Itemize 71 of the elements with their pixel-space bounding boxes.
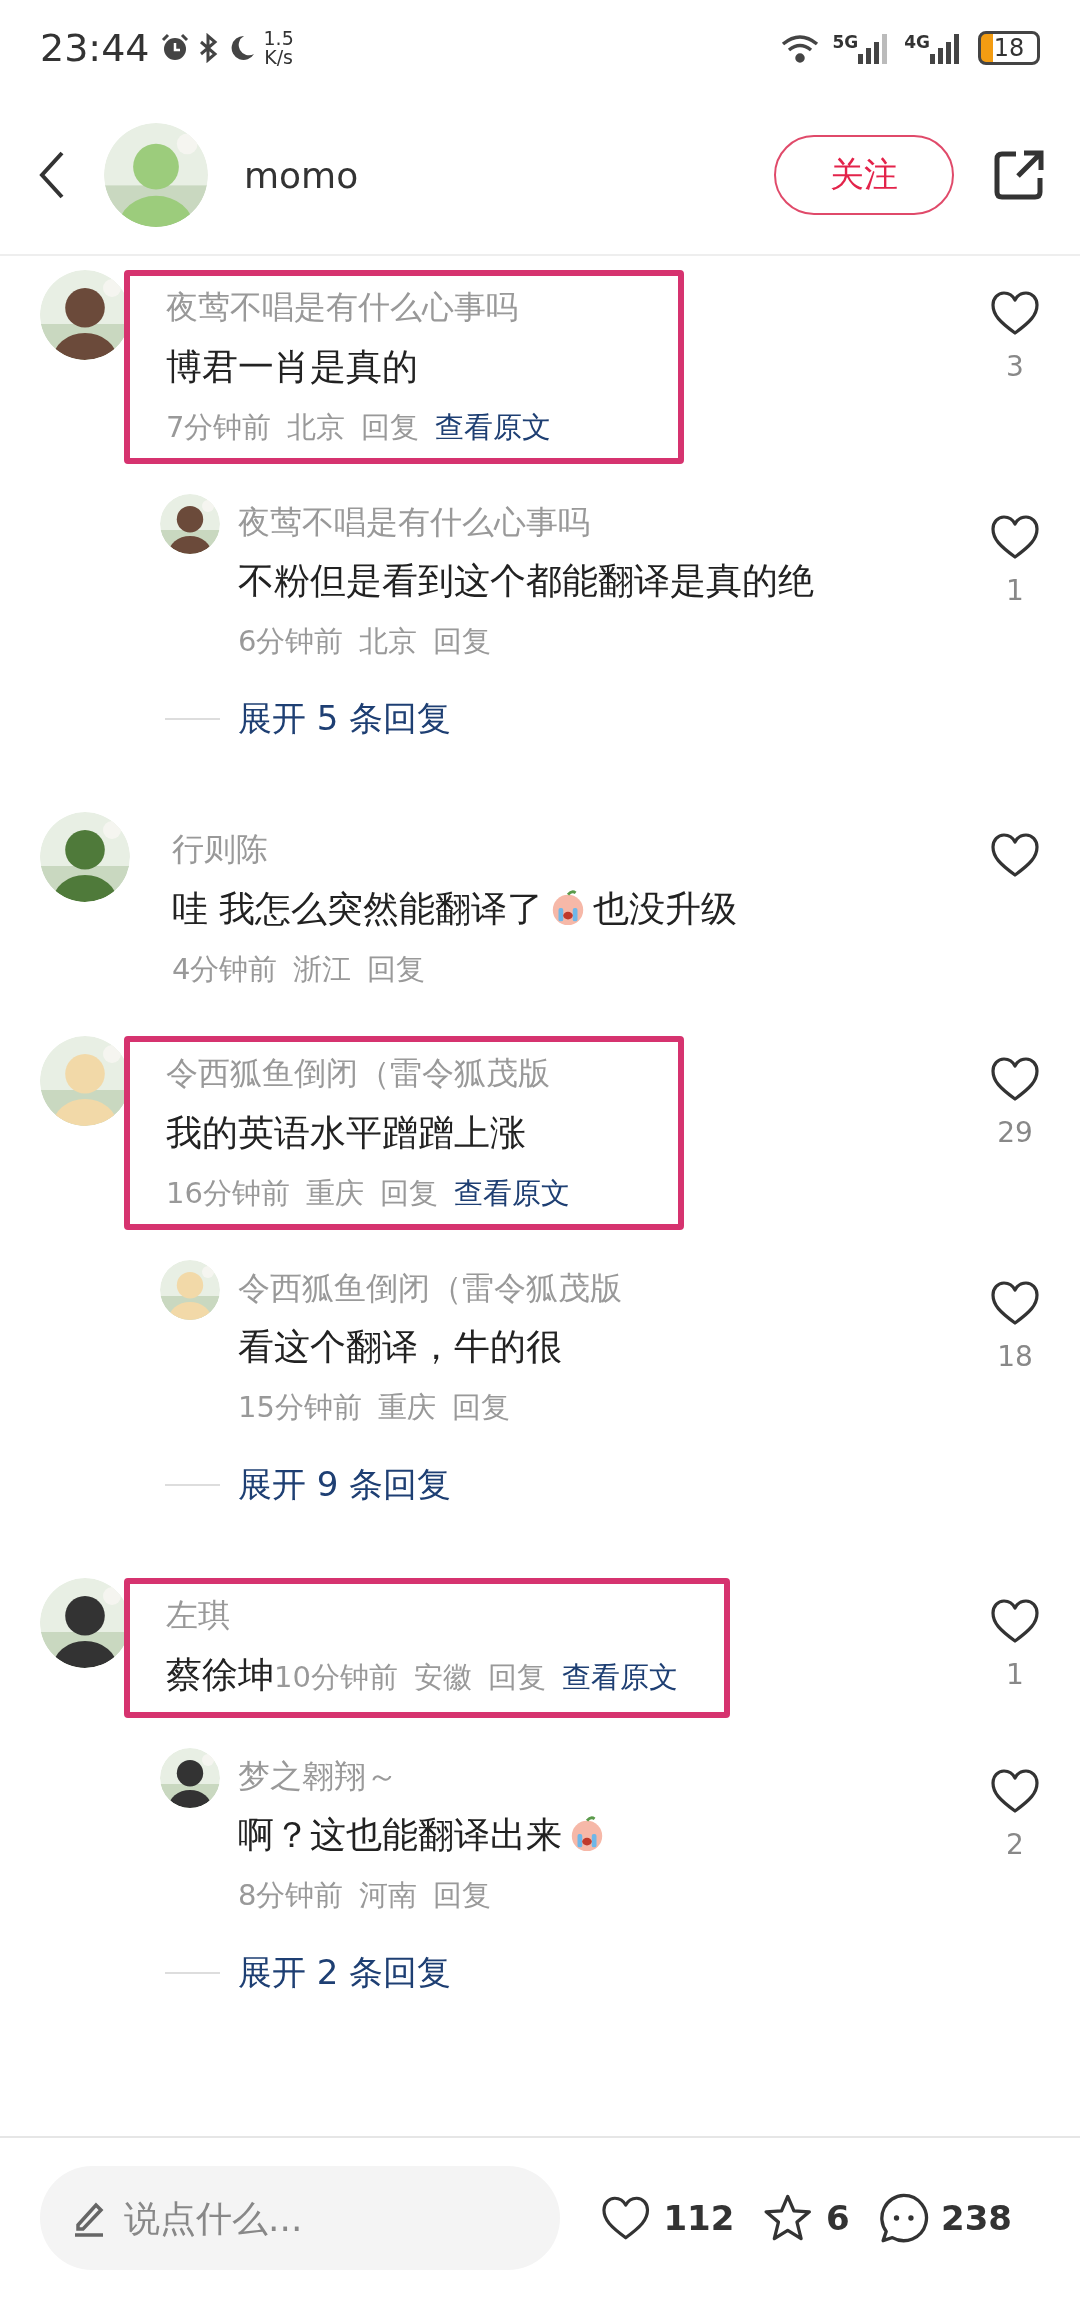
view-original-link[interactable]: 查看原文 <box>453 1176 570 1210</box>
comment-location: 北京 <box>359 624 418 658</box>
heart-icon[interactable] <box>990 290 1040 336</box>
like-count: 29 <box>997 1116 1033 1149</box>
follow-button[interactable]: 关注 <box>774 135 954 215</box>
share-icon[interactable] <box>992 148 1046 202</box>
heart-icon[interactable] <box>990 1280 1040 1326</box>
heart-icon[interactable] <box>990 1768 1040 1814</box>
clock-time: 23:44 <box>40 26 150 70</box>
comment-location: 浙江 <box>293 952 352 986</box>
comment-text: 我的英语水平蹭蹭上涨 <box>166 1112 526 1153</box>
speed-unit: K/s <box>264 48 293 67</box>
expand-replies-link[interactable]: 展开 5 条回复 <box>238 696 452 742</box>
comment-input-field[interactable]: 说点什么... <box>40 2166 560 2270</box>
comment-time: 16分钟前 <box>166 1176 290 1210</box>
comment-location: 安徽 <box>413 1660 472 1694</box>
expand-replies-link[interactable]: 展开 9 条回复 <box>238 1462 452 1508</box>
commenter-name: 行则陈 <box>172 829 269 870</box>
comment-time: 6分钟前 <box>238 624 344 658</box>
comment-text: 也没升级 <box>593 888 738 929</box>
username: momo <box>244 154 360 196</box>
reply-link[interactable]: 回复 <box>433 624 492 658</box>
battery-icon: 18 <box>978 31 1040 65</box>
comment-time: 10分钟前 <box>274 1660 398 1694</box>
comment-time: 8分钟前 <box>238 1878 344 1912</box>
commenter-name: 令西狐鱼倒闭（雷令狐茂版 <box>238 1268 623 1309</box>
view-original-link[interactable]: 查看原文 <box>561 1660 678 1694</box>
expand-replies-link[interactable]: 展开 2 条回复 <box>238 1950 452 1996</box>
comment-location: 重庆 <box>305 1176 364 1210</box>
comment-text: 不粉但是看到这个都能翻译是真的绝 <box>238 560 814 601</box>
comment-text: 蔡徐坤 <box>166 1654 274 1695</box>
reply-link[interactable]: 回复 <box>361 410 420 444</box>
comment-location: 北京 <box>287 410 346 444</box>
network-label: 5G <box>832 32 859 52</box>
heart-icon[interactable] <box>990 1056 1040 1102</box>
reply-link[interactable]: 回复 <box>487 1660 546 1694</box>
reply-link[interactable]: 回复 <box>367 952 426 986</box>
like-count: 1 <box>1006 574 1024 607</box>
comment-location: 重庆 <box>377 1390 436 1424</box>
like-count: 112 <box>663 2198 735 2238</box>
comment-time: 7分钟前 <box>166 410 272 444</box>
comment-text: 博君一肖是真的 <box>166 346 418 387</box>
alarm-icon <box>159 33 190 63</box>
comment-location: 河南 <box>359 1878 418 1912</box>
commenter-name: 令西狐鱼倒闭（雷令狐茂版 <box>166 1053 551 1094</box>
like-count: 2 <box>1006 1828 1024 1861</box>
like-count: 3 <box>1006 350 1024 383</box>
reply-link[interactable]: 回复 <box>379 1176 438 1210</box>
speed-value: 1.5 <box>263 29 294 48</box>
heart-icon[interactable] <box>990 514 1040 560</box>
heart-icon[interactable] <box>990 1598 1040 1644</box>
comment-text: 看这个翻译，牛的很 <box>238 1326 562 1367</box>
commenter-name: 夜莺不唱是有什么心事吗 <box>238 502 591 543</box>
comment-time: 4分钟前 <box>172 952 278 986</box>
wifi-icon <box>780 32 821 64</box>
heart-icon[interactable] <box>990 832 1040 878</box>
comment-count: 238 <box>941 2198 1012 2238</box>
view-original-link[interactable]: 查看原文 <box>435 410 552 444</box>
comment-time: 15分钟前 <box>238 1390 362 1424</box>
network-label: 4G <box>904 32 930 52</box>
reply-link[interactable]: 回复 <box>433 1878 492 1912</box>
like-count: 1 <box>1006 1658 1024 1691</box>
comment-text: 哇 我怎么突然能翻译了 <box>172 888 544 929</box>
like-count: 18 <box>997 1340 1033 1373</box>
commenter-name: 梦之翱翔～ <box>238 1756 399 1797</box>
commenter-name: 左琪 <box>166 1595 231 1636</box>
reply-link[interactable]: 回复 <box>451 1390 510 1424</box>
bluetooth-icon <box>197 33 220 63</box>
favorite-count: 6 <box>825 2198 850 2238</box>
comment-text: 啊？这也能翻译出来 <box>238 1814 562 1855</box>
commenter-name: 夜莺不唱是有什么心事吗 <box>166 287 519 328</box>
